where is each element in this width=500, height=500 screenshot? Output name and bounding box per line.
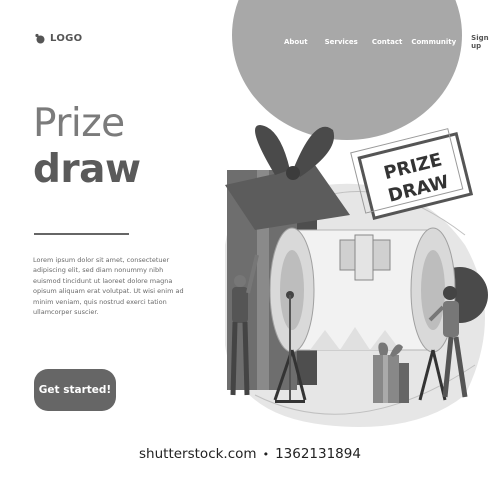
top-nav: About Services Contact Community Sign up <box>284 31 500 53</box>
logo[interactable]: LOGO <box>34 33 82 44</box>
logo-icon <box>34 33 45 44</box>
bottom-strip <box>0 468 500 500</box>
hero-body-text: Lorem ipsum dolor sit amet, consectetuer… <box>33 256 184 317</box>
hero-title-line1: Prize <box>33 101 125 146</box>
hero-title-line2: draw <box>33 147 141 192</box>
title-divider <box>34 233 129 235</box>
watermark: shutterstock.com • 1362131894 <box>0 440 500 468</box>
hero-title: Prize draw <box>33 103 183 195</box>
prize-draw-illustration: PRIZE DRAW <box>225 125 488 427</box>
landing-page: LOGO About Services Contact Community Si… <box>0 0 500 500</box>
signup-button[interactable]: Sign up <box>465 31 500 53</box>
get-started-button[interactable]: Get started! <box>34 369 116 411</box>
nav-contact[interactable]: Contact <box>372 38 403 46</box>
nav-about[interactable]: About <box>284 38 308 46</box>
gift-bow-icon <box>255 125 290 175</box>
nav-community[interactable]: Community <box>411 38 456 46</box>
watermark-id: 1362131894 <box>275 446 361 462</box>
watermark-site: shutterstock.com <box>139 446 257 462</box>
watermark-separator: • <box>262 447 270 461</box>
logo-text: LOGO <box>50 33 83 44</box>
nav-services[interactable]: Services <box>325 38 358 46</box>
